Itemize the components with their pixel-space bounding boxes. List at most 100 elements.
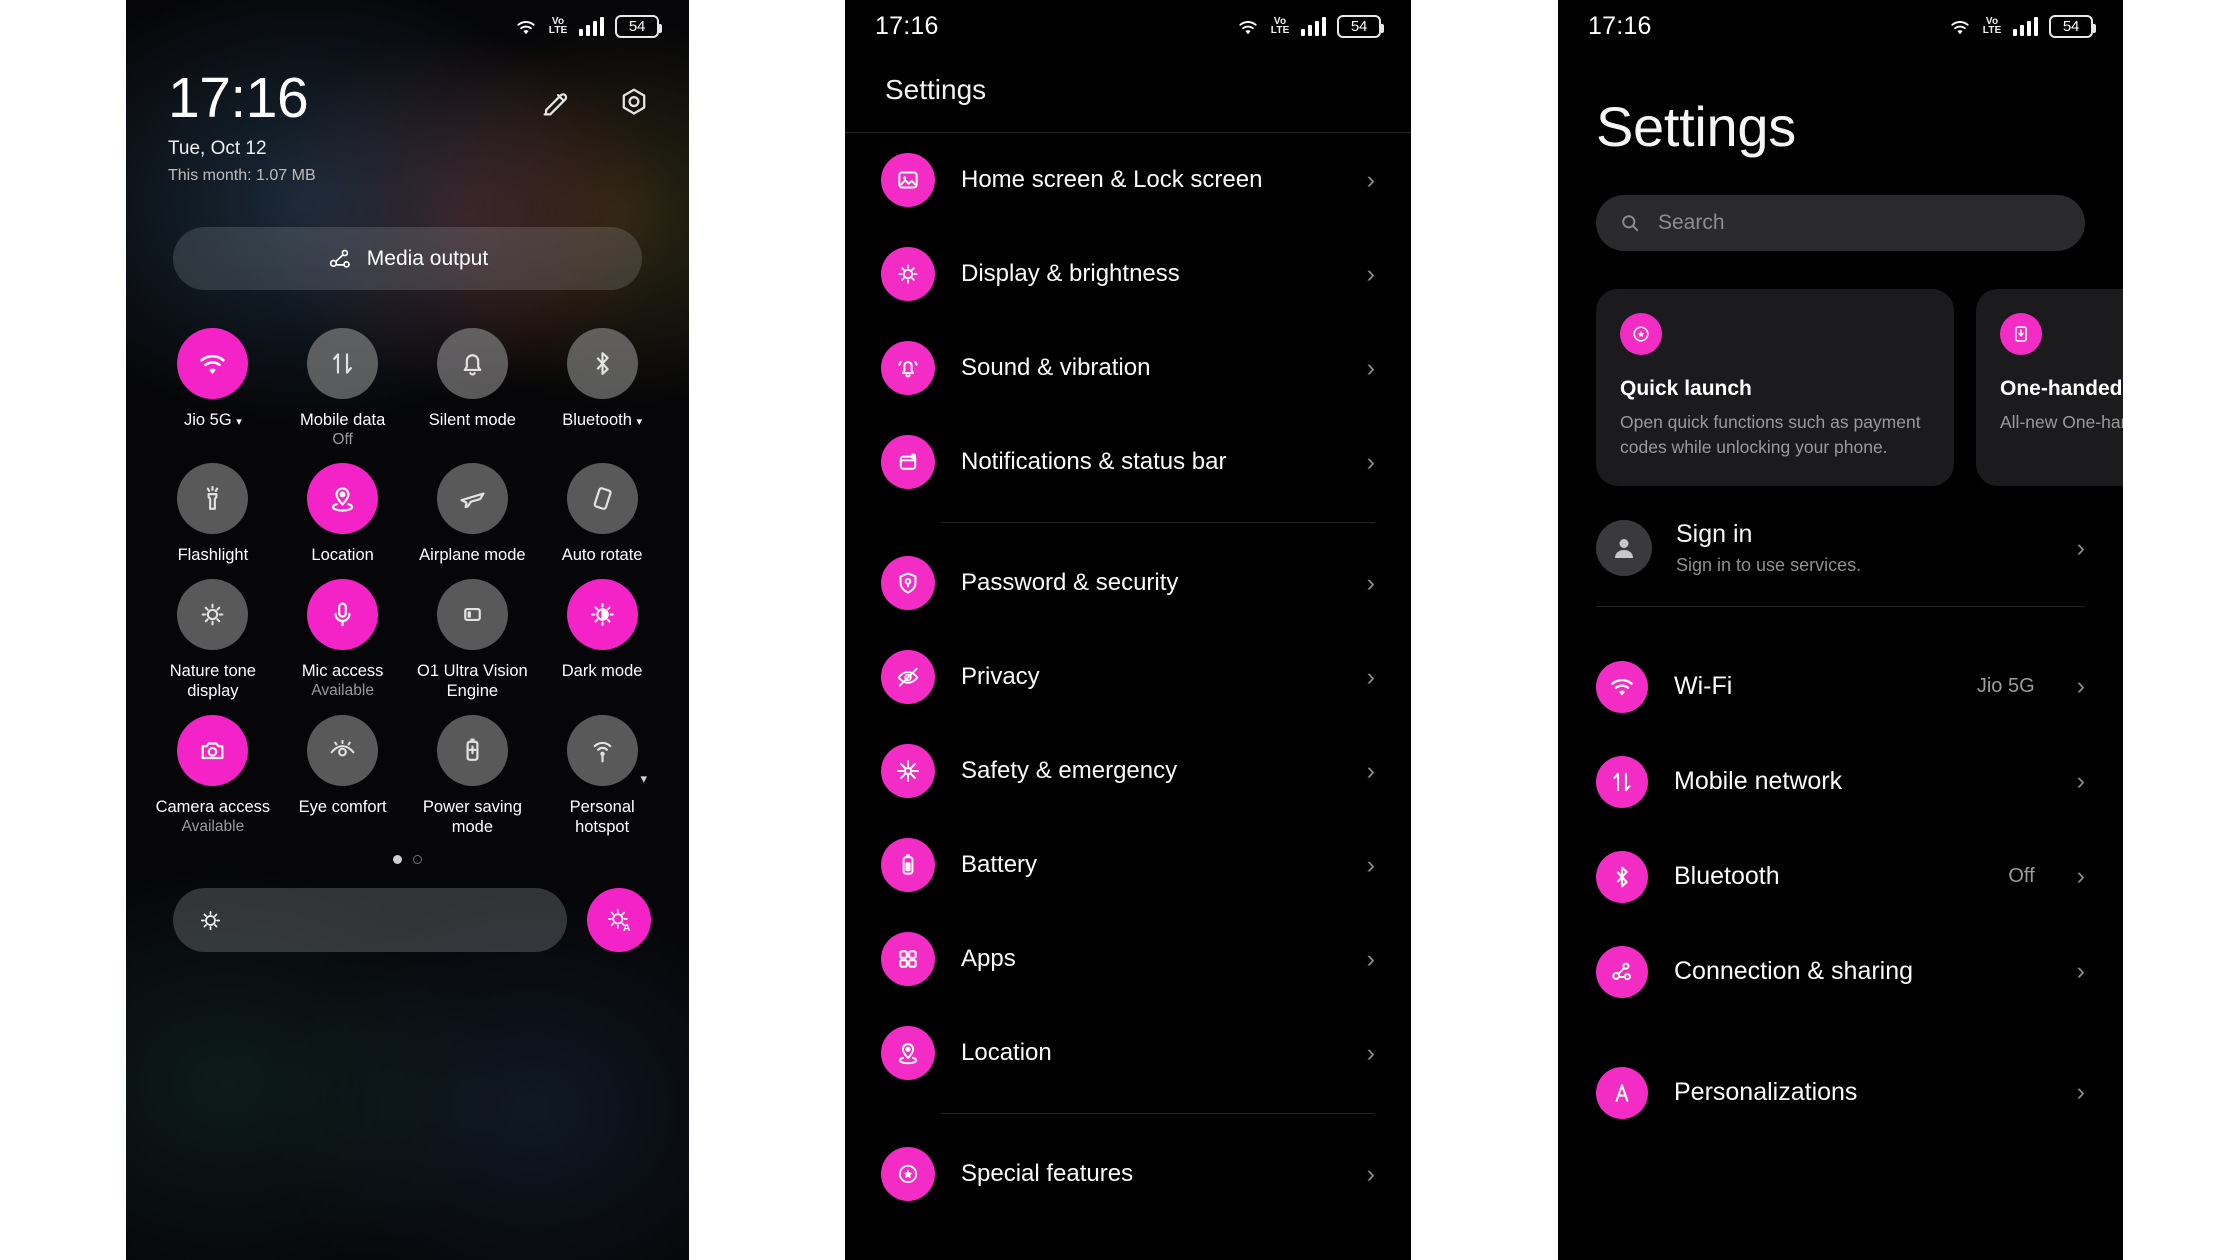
search-input[interactable]: Search <box>1596 195 2085 251</box>
settings-row-label: Sound & vibration <box>961 354 1151 381</box>
settings-row-special-features[interactable]: Special features › <box>845 1127 1411 1221</box>
status-bar-icons: Vo LTE 54 <box>1948 14 2096 38</box>
chevron-right-icon: › <box>2076 533 2085 562</box>
settings-row-display-brightness[interactable]: Display & brightness › <box>845 227 1411 321</box>
tile-personal-hotspot[interactable]: Personal hotspot ▾ <box>537 715 667 837</box>
chevron-right-icon: › <box>1366 662 1375 691</box>
chevron-right-icon: › <box>1366 353 1375 382</box>
tile-label: Dark mode <box>561 662 643 680</box>
settings-row-label: Display & brightness <box>961 260 1180 287</box>
tile-location[interactable]: Location <box>278 463 408 565</box>
tile-power-saving-mode[interactable]: Power saving mode <box>408 715 538 837</box>
tile-icon-dark-mode <box>566 579 638 650</box>
auto-brightness-icon: A <box>604 905 634 935</box>
settings-row-battery[interactable]: Battery › <box>845 818 1411 912</box>
tile-nature-tone-display[interactable]: Nature tone display <box>148 579 278 701</box>
chevron-down-icon[interactable]: ▾ <box>236 416 242 428</box>
settings-row-home-lock-screen[interactable]: Home screen & Lock screen › <box>845 133 1411 227</box>
tile-icon-rotate <box>566 463 638 534</box>
settings-home-row-label: Mobile network <box>1674 767 1843 795</box>
page-dot-active[interactable] <box>393 855 402 864</box>
settings-row-sound-vibration[interactable]: Sound & vibration › <box>845 321 1411 415</box>
tile-icon-microphone <box>307 579 379 650</box>
clock-header: 17:16 Tue, Oct 12 This month: 1.07 MB <box>126 52 689 185</box>
chevron-right-icon: › <box>1366 447 1375 476</box>
data-usage-text: This month: 1.07 MB <box>168 167 316 184</box>
tile-mobile-data[interactable]: Mobile data Off <box>278 328 408 449</box>
chevron-down-icon[interactable]: ▾ <box>637 416 643 428</box>
settings-home-row-wifi[interactable]: Wi-Fi Jio 5G › <box>1558 639 2123 734</box>
settings-row-label: Safety & emergency <box>961 757 1178 784</box>
edit-icon[interactable] <box>539 86 573 120</box>
tile-label: Mic access <box>301 662 384 680</box>
settings-row-safety-emergency[interactable]: Safety & emergency › <box>845 724 1411 818</box>
settings-gear-icon[interactable] <box>617 86 651 120</box>
chevron-right-icon: › <box>1366 568 1375 597</box>
tile-icon-location-pin <box>307 463 379 534</box>
tile-icon-ultra-vision <box>436 579 508 650</box>
settings-home-row-label: Personalizations <box>1674 1078 1858 1106</box>
settings-row-password-security[interactable]: Password & security › <box>845 536 1411 630</box>
card-title: Quick launch <box>1620 377 1752 400</box>
card-quick-launch[interactable]: Quick launch Open quick functions such a… <box>1596 289 1954 486</box>
brightness-icon <box>197 907 224 934</box>
tile-icon-eye-comfort <box>307 715 379 786</box>
tile-airplane-mode[interactable]: Airplane mode <box>408 463 538 565</box>
auto-brightness-button[interactable]: A <box>587 888 651 952</box>
settings-row-label: Password & security <box>961 569 1179 596</box>
tile-icon-nature-tone <box>177 579 249 650</box>
settings-row-location[interactable]: Location › <box>845 1006 1411 1100</box>
brightness-slider[interactable] <box>173 888 567 952</box>
settings-home-panel: 17:16 Vo LTE 54 Settings Search Quick la… <box>1558 0 2123 1260</box>
settings-row-privacy[interactable]: Privacy › <box>845 630 1411 724</box>
settings-home-row-label: Connection & sharing <box>1674 957 1914 985</box>
tile-jio-5g[interactable]: Jio 5G ▾ <box>148 328 278 449</box>
search-placeholder: Search <box>1658 211 1725 234</box>
settings-home-row-personalizations[interactable]: Personalizations › <box>1558 1045 2123 1140</box>
tile-icon-battery-saver <box>436 715 508 786</box>
expand-chevron-icon[interactable]: ▾ <box>640 771 647 787</box>
page-dot-inactive[interactable] <box>413 855 422 864</box>
group-divider <box>941 1113 1375 1114</box>
settings-row-label: Location <box>961 1039 1052 1066</box>
media-output-button[interactable]: Media output <box>173 227 642 290</box>
tile-silent-mode[interactable]: Silent mode <box>408 328 538 449</box>
tile-label: Mobile data <box>299 411 386 429</box>
tile-eye-comfort[interactable]: Eye comfort <box>278 715 408 837</box>
tile-dark-mode[interactable]: Dark mode <box>537 579 667 701</box>
settings-home-row-label: Wi-Fi <box>1674 672 1733 700</box>
tile-label: Eye comfort <box>298 798 387 816</box>
tile-flashlight[interactable]: Flashlight <box>148 463 278 565</box>
settings-row-label: Notifications & status bar <box>961 448 1227 475</box>
tile-label: Personal hotspot <box>569 798 635 836</box>
battery-level: 54 <box>1350 17 1368 35</box>
tile-mic-access[interactable]: Mic access Available <box>278 579 408 701</box>
tile-bluetooth[interactable]: Bluetooth ▾ <box>537 328 667 449</box>
settings-list: Home screen & Lock screen › Display & br… <box>845 133 1411 1221</box>
chevron-right-icon: › <box>2076 767 2085 795</box>
settings-row-apps[interactable]: Apps › <box>845 912 1411 1006</box>
card-one-handed-mode[interactable]: One-handed mode All-new One-handed mode <box>1976 289 2123 486</box>
settings-home-row-bluetooth[interactable]: Bluetooth Off › <box>1558 829 2123 924</box>
settings-home-row-connection-sharing[interactable]: Connection & sharing › <box>1558 924 2123 1019</box>
tile-camera-access[interactable]: Camera access Available <box>148 715 278 837</box>
settings-row-label: Home screen & Lock screen <box>961 166 1263 193</box>
sign-in-row[interactable]: Sign in Sign in to use services. › <box>1558 486 2123 576</box>
settings-home-row-mobile-network[interactable]: Mobile network › <box>1558 734 2123 829</box>
tile-o1-ultra-vision-engine[interactable]: O1 Ultra Vision Engine <box>408 579 538 701</box>
settings-row-notifications-status-bar[interactable]: Notifications & status bar › <box>845 415 1411 509</box>
volte-icon: Vo LTE <box>1982 16 2002 36</box>
tile-auto-rotate[interactable]: Auto rotate <box>537 463 667 565</box>
bell-ring-icon <box>881 341 935 395</box>
tile-sublabel: Off <box>332 431 353 448</box>
status-bar-settings-list: 17:16 Vo LTE 54 <box>845 0 1411 52</box>
volte-icon: Vo LTE <box>548 16 568 36</box>
battery-level: 54 <box>628 17 646 35</box>
tile-label: Location <box>311 546 374 564</box>
chevron-right-icon: › <box>2076 1078 2085 1106</box>
chevron-right-icon: › <box>1366 1159 1375 1188</box>
tile-label: O1 Ultra Vision Engine <box>417 662 528 700</box>
tile-label: Power saving mode <box>422 798 522 836</box>
tile-icon-flashlight <box>177 463 249 534</box>
clock-time: 17:16 <box>168 66 309 130</box>
